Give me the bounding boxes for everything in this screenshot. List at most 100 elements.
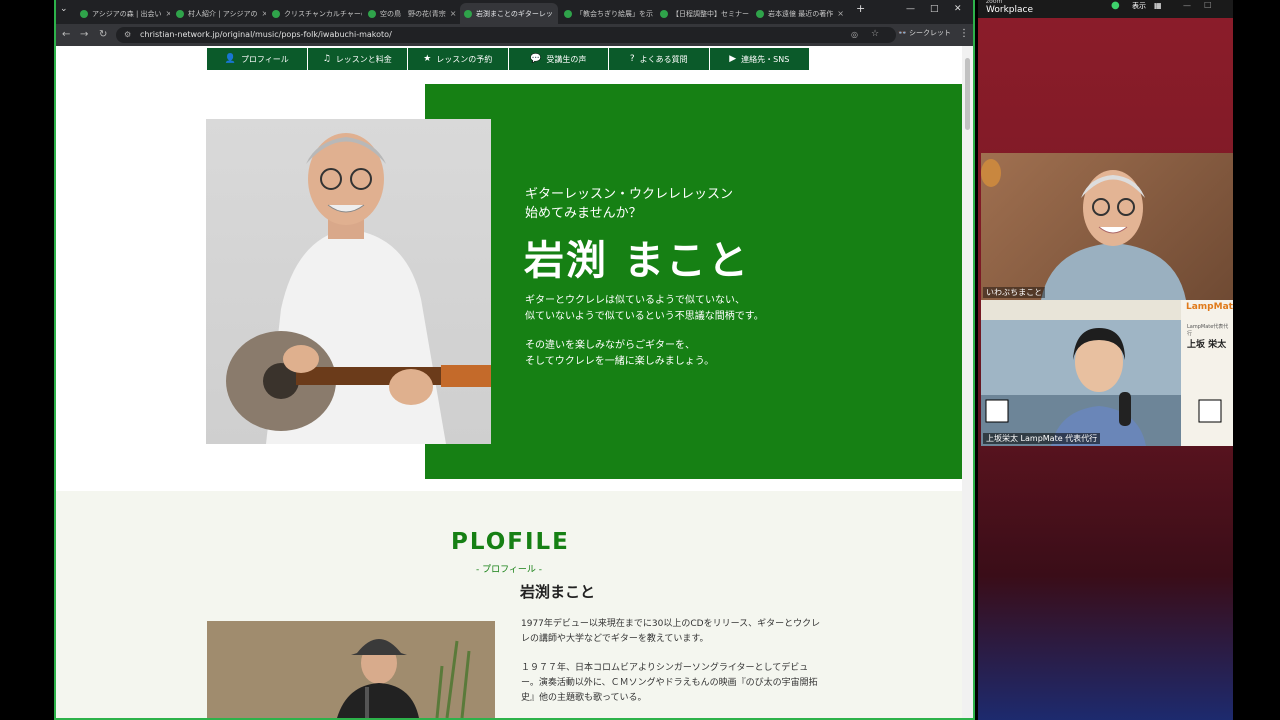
tab-label: 岩渕まことのギターレッ [476,9,553,18]
video-tile-2[interactable]: LampMate LampMate代表代行 上坂 栄太 上坂栄太 LampMat… [981,300,1233,446]
bookmark-star-icon[interactable]: ☆ [871,29,879,39]
nav-label: レッスンの予約 [436,54,493,64]
incognito-indicator[interactable]: 👓 シークレット [898,28,951,38]
tab-2[interactable]: クリスチャンカルチャーの× [268,3,362,24]
lampmate-logo: LampMate [1186,302,1233,312]
site-nav: 👤 プロフィール ♫ レッスンと料金 ★ レッスンの予約 💬 受講生の声 ? よくある質問… [207,48,809,70]
shield-icon[interactable]: ● [1111,0,1120,11]
minimize-icon[interactable]: — [1183,1,1191,10]
nav-faq[interactable]: ? よくある質問 [609,48,709,70]
hero-text-1a: ギターとウクレレは似ているようで似ていない、 [525,295,745,306]
profile-subheading: - プロフィール - [476,565,543,575]
maximize-icon[interactable]: □ [1204,0,1212,9]
participant-video-2 [981,300,1233,446]
back-icon[interactable]: ← [62,29,70,40]
speech-bubble-icon: 💬 [530,54,542,64]
close-window-icon[interactable]: ✕ [954,4,962,14]
tab-label: アシジアの森 | 出会い [92,9,162,18]
profile-text-1b: レの講師や大学などでギターを教えています。 [521,634,709,644]
profile-text-2c: 史』他の主題歌も歌っている。 [521,693,647,703]
favicon-icon [660,9,668,18]
tab-4[interactable]: 岩渕まことのギターレッ × [460,3,558,24]
tab-1[interactable]: 村人紹介 | アシジアの × [172,3,266,24]
eye-off-icon[interactable]: ◎ [851,30,858,39]
hero-text-2b: そしてウクレレを一緒に楽しみましょう。 [525,356,715,367]
scroll-thumb[interactable] [965,58,970,130]
hero-subtitle-2: 始めてみませんか？ [525,206,642,221]
close-icon[interactable]: × [166,9,170,18]
zoom-brand: Workplace [986,5,1034,15]
profile-name: 岩渕まこと [520,583,596,601]
tab-label: 【日程調整中】セミナー [672,9,749,18]
tab-label: 空の鳥 野の花(青宗 [380,9,446,18]
favicon-icon [272,9,280,18]
tab-5[interactable]: 「教会ちぎり絵展」を示 × [560,3,654,24]
close-icon[interactable]: × [450,9,457,18]
tab-label: 岩本遠億 最近の著作 [768,9,834,18]
tab-label: 「教会ちぎり絵展」を示 [576,9,653,18]
nav-testimonials[interactable]: 💬 受講生の声 [508,48,608,70]
page-scrollbar[interactable] [962,46,973,718]
participant-name-1: いわぶちまこと [983,287,1046,298]
maximize-icon[interactable]: □ [930,4,939,14]
tab-6[interactable]: 【日程調整中】セミナー× [656,3,750,24]
youtube-icon: ▶ [729,54,737,64]
close-icon[interactable]: × [837,9,844,18]
close-icon[interactable]: × [262,9,266,18]
profile-heading: PLOFILE [451,529,570,555]
card-role: LampMate代表代行 [1187,324,1229,337]
incognito-icon: 👓 [898,29,909,37]
tab-list-icon[interactable]: ⌄ [60,4,68,14]
forward-icon[interactable]: → [80,29,88,40]
participant-video-1 [981,159,1186,300]
nav-label: プロフィール [240,54,289,64]
address-bar[interactable]: ⚙ christian-network.jp/original/music/po… [116,27,896,43]
tab-0[interactable]: アシジアの森 | 出会い × [76,3,170,24]
profile-text-1a: 1977年デビュー以来現在までに30以上のCDをリリース、ギターとウクレ [521,619,821,629]
new-tab-icon[interactable]: + [856,2,865,15]
favicon-icon [368,9,376,18]
hero-text-2a: その違いを楽しみながらごギターを、 [525,340,695,351]
question-icon: ? [629,54,635,64]
star-icon: ★ [423,54,432,64]
nav-profile[interactable]: 👤 プロフィール [207,48,307,70]
profile-section: PLOFILE - プロフィール - 岩渕まこと 1977年デビュー以来現在まで… [56,491,962,718]
portrait-photo [206,119,491,444]
reload-icon[interactable]: ↻ [99,29,107,40]
view-button[interactable]: 表示 [1132,1,1146,11]
site-info-icon[interactable]: ⚙ [124,30,131,39]
portrait-illustration [226,133,491,444]
url-text[interactable]: christian-network.jp/original/music/pops… [140,30,392,39]
tab-7[interactable]: 岩本遠億 最近の著作 × [752,3,846,24]
nav-booking[interactable]: ★ レッスンの予約 [408,48,508,70]
address-row: ← → ↻ ⚙ christian-network.jp/original/mu… [56,24,973,46]
concert-photo [207,621,495,718]
profile-text-2b: ー。演奏活動以外に、ＣＭソングやドラえもんの映画『のび太の宇宙開拓 [521,678,818,688]
tab-label: クリスチャンカルチャーの [284,9,362,18]
tab-label: 村人紹介 | アシジアの [188,9,258,18]
profile-text-2a: １９７７年、日本コロムビアよりシンガーソングライターとしてデビュ [521,663,809,673]
person-icon: 👤 [224,54,236,64]
incognito-label: シークレット [908,29,951,37]
hero-subtitle-1: ギターレッスン・ウクレレレッスン [525,187,734,202]
favicon-icon [464,9,472,18]
nav-label: よくある質問 [639,54,688,64]
nav-label: 連絡先・SNS [741,54,790,64]
nav-contact[interactable]: ▶ 連絡先・SNS [709,48,809,70]
favicon-icon [564,9,572,18]
concert-illustration [207,621,495,718]
tab-3[interactable]: 空の鳥 野の花(青宗 × [364,3,458,24]
close-icon[interactable]: × [557,9,558,18]
web-page: 👤 プロフィール ♫ レッスンと料金 ★ レッスンの予約 💬 受講生の声 ? よくある質問… [56,46,962,718]
nav-label: 受講生の声 [546,54,587,64]
nav-lessons[interactable]: ♫ レッスンと料金 [307,48,407,70]
tab-bar: ⌄ アシジアの森 | 出会い × 村人紹介 | アシジアの × クリスチャンカルチャ… [56,0,973,24]
minimize-icon[interactable]: — [906,4,915,14]
menu-icon[interactable]: ⋮ [959,28,969,39]
browser-window: ⌄ アシジアの森 | 出会い × 村人紹介 | アシジアの × クリスチャンカルチャ… [54,0,975,720]
favicon-icon [80,9,88,18]
grid-icon[interactable]: ▦ [1154,1,1162,10]
music-note-icon: ♫ [322,54,331,64]
participant-name-2: 上坂栄太 LampMate 代表代行 [983,433,1101,444]
video-tile-1[interactable]: いわぶちまこと [981,153,1233,300]
